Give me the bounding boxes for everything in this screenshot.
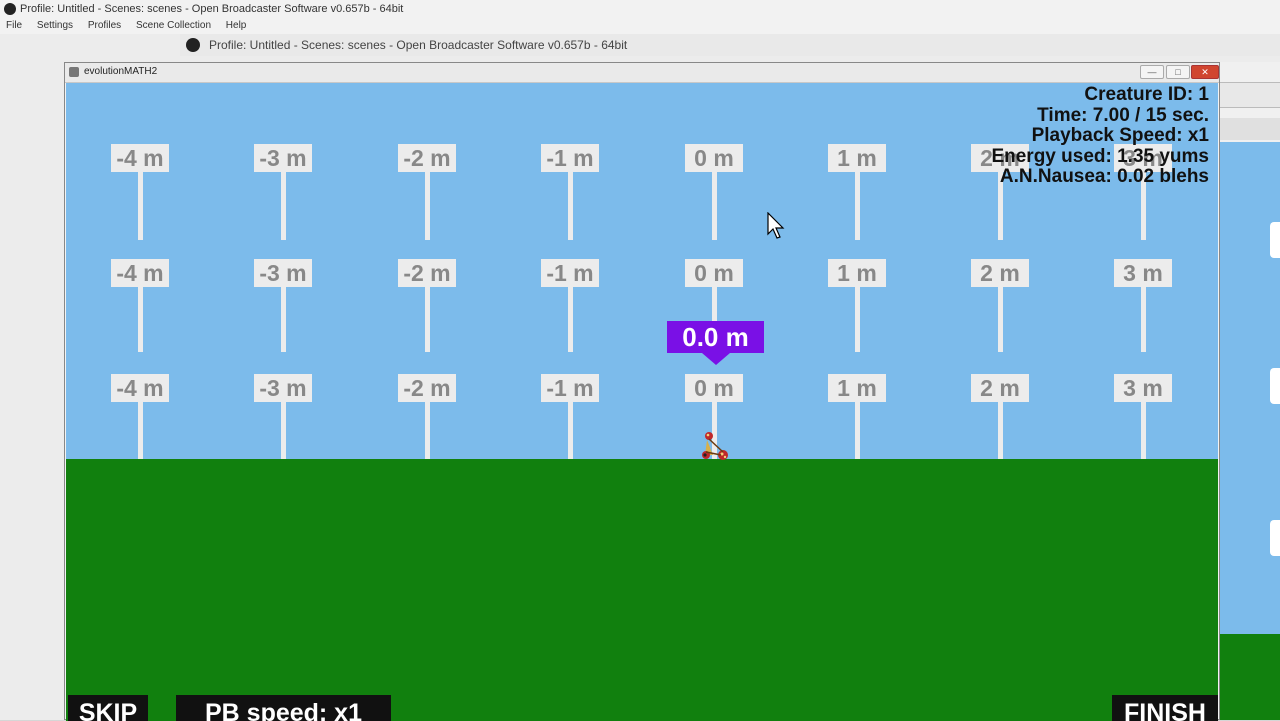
distance-sign-label: 1 m — [828, 374, 886, 402]
distance-sign-label: -1 m — [541, 144, 599, 172]
scroll-handle[interactable] — [1270, 222, 1280, 258]
distance-sign-label: -2 m — [398, 374, 456, 402]
distance-sign-post — [425, 402, 430, 462]
obs-toolbar-strip — [1220, 118, 1280, 140]
distance-sign-post — [138, 172, 143, 240]
obs-left-panel — [0, 34, 66, 720]
distance-sign-post — [425, 172, 430, 240]
distance-sign-post — [855, 402, 860, 462]
obs-window-title: Profile: Untitled - Scenes: scenes - Ope… — [20, 3, 404, 15]
obs-front-titlebar: Profile: Untitled - Scenes: scenes - Ope… — [180, 34, 1280, 56]
stats-hud: Creature ID: 1 Time: 7.00 / 15 sec. Play… — [991, 84, 1209, 188]
obs-menubar: File Settings Profiles Scene Collection … — [0, 18, 1280, 34]
distance-sign-post — [998, 402, 1003, 462]
distance-sign-post — [855, 172, 860, 240]
obs-logo-icon — [4, 3, 16, 15]
distance-sign-label: 1 m — [828, 144, 886, 172]
distance-sign-label: -3 m — [254, 259, 312, 287]
menu-file[interactable]: File — [6, 20, 22, 31]
distance-sign-label: -2 m — [398, 259, 456, 287]
distance-sign-post — [568, 172, 573, 240]
maximize-button[interactable]: □ — [1166, 65, 1190, 79]
distance-sign-post — [281, 402, 286, 462]
distance-sign-label: 3 m — [1114, 374, 1172, 402]
obs-front-window-title: Profile: Untitled - Scenes: scenes - Ope… — [209, 38, 628, 52]
ground — [66, 459, 1218, 721]
distance-sign-label: 0 m — [685, 374, 743, 402]
minimize-button[interactable]: — — [1140, 65, 1164, 79]
distance-sign-label: 3 m — [1114, 259, 1172, 287]
game-window-title: evolutionMATH2 — [84, 66, 158, 77]
finish-button[interactable]: FINISH — [1112, 695, 1218, 721]
distance-sign-label: -3 m — [254, 374, 312, 402]
menu-settings[interactable]: Settings — [37, 20, 73, 31]
scroll-handle[interactable] — [1270, 520, 1280, 556]
distance-sign-label: -1 m — [541, 259, 599, 287]
distance-sign-label: 2 m — [971, 374, 1029, 402]
obs-titlebar: Profile: Untitled - Scenes: scenes - Ope… — [0, 0, 1280, 18]
distance-marker: 0.0 m — [667, 321, 764, 353]
distance-sign-post — [281, 172, 286, 240]
close-button[interactable]: ✕ — [1191, 65, 1219, 79]
distance-sign-post — [138, 402, 143, 462]
distance-sign-label: -4 m — [111, 259, 169, 287]
creature-sprite — [702, 432, 728, 460]
distance-sign-post — [425, 287, 430, 352]
app-icon — [69, 67, 79, 77]
menu-profiles[interactable]: Profiles — [88, 20, 121, 31]
obs-toolbar-strip — [1220, 82, 1280, 108]
distance-sign-post — [712, 172, 717, 240]
skip-button[interactable]: SKIP — [68, 695, 148, 721]
game-window: evolutionMATH2 — □ ✕ -4 m -3 m -2 m -1 m 0 m… — [64, 62, 1220, 721]
distance-sign-label: -2 m — [398, 144, 456, 172]
distance-sign-label: 0 m — [685, 144, 743, 172]
time-text: Time: 7.00 / 15 sec. — [1037, 104, 1209, 126]
obs-logo-icon — [186, 38, 200, 52]
distance-sign-label: 0 m — [685, 259, 743, 287]
preview-grass — [1220, 634, 1280, 720]
game-titlebar[interactable]: evolutionMATH2 — □ ✕ — [65, 63, 1219, 83]
distance-sign-label: 2 m — [971, 259, 1029, 287]
menu-help[interactable]: Help — [226, 20, 247, 31]
mouse-pointer-icon — [767, 212, 785, 239]
playback-speed-text: Playback Speed: x1 — [1031, 125, 1209, 146]
distance-sign-label: 1 m — [828, 259, 886, 287]
energy-text: Energy used: 1.35 yums — [991, 145, 1209, 167]
creature-id-text: Creature ID: 1 — [1084, 84, 1209, 105]
distance-sign-label: -3 m — [254, 144, 312, 172]
distance-sign-post — [855, 287, 860, 352]
distance-sign-post — [1141, 402, 1146, 462]
game-canvas: -4 m -3 m -2 m -1 m 0 m 1 m 2 m 3 m -4 m -3 m -2 m… — [66, 83, 1218, 721]
distance-sign-post — [138, 287, 143, 352]
menu-scene-collection[interactable]: Scene Collection — [136, 20, 211, 31]
distance-sign-post — [568, 287, 573, 352]
distance-sign-post — [998, 287, 1003, 352]
distance-sign-label: -4 m — [111, 144, 169, 172]
obs-preview-partial — [1220, 62, 1280, 720]
distance-sign-label: -1 m — [541, 374, 599, 402]
nausea-text: A.N.Nausea: 0.02 blehs — [999, 166, 1209, 187]
distance-sign-post — [281, 287, 286, 352]
scroll-handle[interactable] — [1270, 368, 1280, 404]
distance-sign-post — [568, 402, 573, 462]
distance-sign-post — [1141, 287, 1146, 352]
distance-marker-pointer — [702, 353, 730, 365]
distance-sign-label: -4 m — [111, 374, 169, 402]
pb-speed-button[interactable]: PB speed: x1 — [176, 695, 391, 721]
